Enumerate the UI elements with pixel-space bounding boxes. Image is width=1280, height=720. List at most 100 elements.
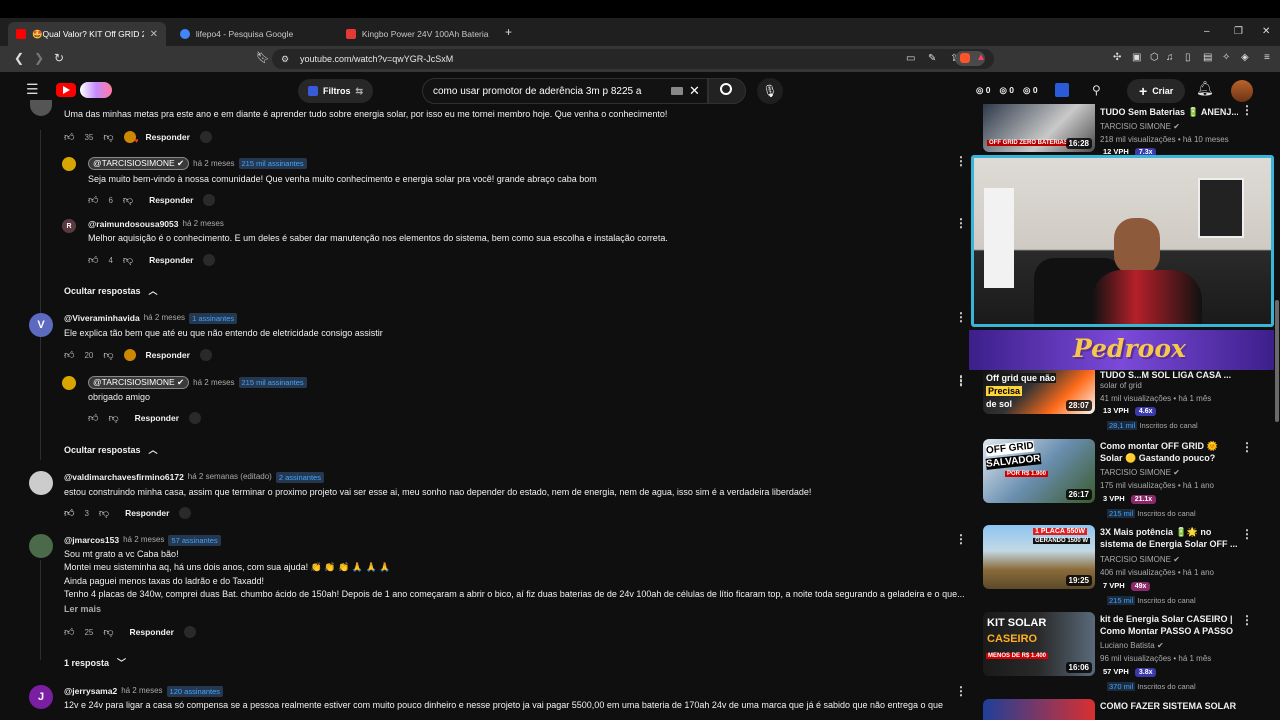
more-options-icon[interactable]: ⋮ (955, 375, 967, 387)
author-handle[interactable]: @jmarcos153 (64, 535, 119, 546)
dislike-icon[interactable]: 👎︎ (103, 131, 113, 143)
like-icon[interactable]: 👍︎ (64, 626, 74, 638)
edit-icon[interactable]: ✎ (928, 53, 936, 65)
keyboard-icon[interactable] (671, 87, 683, 95)
video-title[interactable]: COMO FAZER SISTEMA SOLAR ... (1100, 700, 1238, 712)
video-thumbnail[interactable]: OFF GRID ZERO BATERIAS 16:28 (983, 104, 1095, 152)
reply-button[interactable]: Responder (149, 195, 193, 205)
maximize-icon[interactable]: ❐ (1234, 26, 1243, 38)
read-more-button[interactable]: Ler mais (64, 604, 101, 614)
author-handle[interactable]: @valdimarchavesfirmino6172 (64, 472, 184, 483)
more-options-icon[interactable]: ⋮ (955, 155, 967, 167)
video-thumbnail[interactable]: OFF GRID SALVADOR POR R$ 1.900 26:17 (983, 439, 1095, 503)
window-close-icon[interactable]: ✕ (1262, 26, 1270, 38)
author-handle[interactable]: @jerrysama2 (64, 686, 117, 697)
search-button[interactable] (708, 78, 746, 104)
dislike-icon[interactable]: 👎︎ (103, 626, 113, 638)
wallet-icon[interactable]: ▤ (1203, 52, 1212, 64)
doodle-logo-icon[interactable] (80, 82, 112, 98)
pin-comment-icon[interactable] (199, 349, 212, 361)
more-options-icon[interactable]: ⋮ (1241, 104, 1253, 116)
author-handle[interactable]: @raimundosousa9053 (88, 219, 179, 229)
channel-name[interactable]: solar of grid (1100, 381, 1142, 390)
address-field[interactable]: ⚙ youtube.com/watch?v=qwYGR-JcSxM ▭ ✎ ⇪ (272, 49, 994, 69)
more-options-icon[interactable]: ⋮ (1241, 528, 1253, 540)
more-options-icon[interactable]: ⋮ (955, 217, 967, 229)
new-tab-icon[interactable]: + (505, 26, 512, 38)
hide-replies-button[interactable]: Ocultar respostas ︿ (64, 443, 158, 456)
reply-button[interactable]: Responder (146, 132, 190, 142)
pin-icon[interactable]: ⚲ (1092, 84, 1101, 96)
video-title[interactable]: TUDO S...M SOL LIGA CASA ... (1100, 369, 1238, 379)
dislike-icon[interactable]: 👎︎ (108, 412, 118, 424)
channel-name[interactable]: Luciano Batista ✔ (1100, 641, 1164, 650)
like-icon[interactable]: 👍︎ (88, 254, 98, 266)
like-filled-icon[interactable]: 👍︎ (64, 507, 74, 519)
channel-name[interactable]: TARCISIO SIMONE ✔ (1100, 468, 1180, 477)
dislike-icon[interactable]: 👎︎ (103, 349, 113, 361)
close-icon[interactable]: ✕ (150, 29, 158, 40)
pin-comment-icon[interactable] (203, 194, 216, 206)
like-icon[interactable]: 👍︎ (64, 349, 74, 361)
video-thumbnail[interactable] (983, 699, 1095, 720)
like-icon[interactable]: 👍︎ (64, 131, 74, 143)
tab-kingbo[interactable]: Kingbo Power 24V 100Ah Bateria Lit... (338, 22, 498, 46)
forward-icon[interactable]: ❯ (34, 52, 44, 64)
sidebar-icon[interactable]: ▯ (1185, 52, 1191, 64)
show-replies-button[interactable]: 1 resposta ﹀ (64, 656, 126, 669)
scrollbar-thumb[interactable] (1275, 300, 1279, 422)
hamburger-menu-icon[interactable]: ☰ (26, 82, 39, 96)
video-title[interactable]: kit de Energia Solar CASEIRO | Como Mont… (1100, 613, 1238, 637)
video-thumbnail[interactable]: Off grid que não Precisa de sol 28:07 (983, 370, 1095, 414)
pin-comment-icon[interactable] (189, 412, 202, 424)
reply-button[interactable]: Responder (149, 255, 193, 265)
owner-chip[interactable]: @TARCISIOSIMONE ✔ (88, 157, 190, 170)
video-thumbnail[interactable]: KIT SOLAR CASEIRO MENOS DE R$ 1.400 16:0… (983, 612, 1095, 676)
minimize-icon[interactable]: – (1204, 26, 1210, 38)
dislike-icon[interactable]: 👎︎ (99, 507, 109, 519)
notifications-bell-icon[interactable]: 🔔︎ (1196, 81, 1214, 95)
channel-name[interactable]: TARCISIO SIMONE ✔ (1100, 122, 1180, 131)
video-thumbnail[interactable]: 1 PLACA 550W GERANDO 1500 W 19:25 (983, 525, 1095, 589)
avatar[interactable] (1231, 80, 1253, 102)
vpn-icon[interactable]: ◈ (1241, 52, 1249, 64)
create-button[interactable]: + Criar (1127, 79, 1186, 103)
video-title[interactable]: TUDO Sem Baterias 🔋 ANENJ... (1100, 106, 1238, 118)
search-input[interactable]: como usar promotor de aderência 3m p 822… (422, 78, 708, 104)
microphone-icon[interactable]: 🎙︎ (757, 78, 783, 104)
owner-chip[interactable]: @TARCISIOSIMONE ✔ (88, 376, 190, 389)
pin-comment-icon[interactable] (203, 254, 216, 266)
pin-comment-icon[interactable] (183, 626, 196, 638)
like-icon[interactable]: 👍︎ (88, 412, 98, 424)
reload-icon[interactable]: ↻ (54, 52, 64, 64)
tab-google[interactable]: lifepo4 - Pesquisa Google (172, 22, 332, 46)
pin-comment-icon[interactable] (179, 507, 192, 519)
site-info-icon[interactable]: ⚙ (281, 53, 289, 65)
extension-icon[interactable]: ✣ (1113, 52, 1121, 64)
reply-button[interactable]: Responder (125, 508, 169, 518)
clear-search-icon[interactable]: ✕ (689, 83, 700, 99)
menu-icon[interactable]: ≡ (1264, 52, 1270, 64)
more-options-icon[interactable]: ⋮ (955, 311, 967, 323)
more-options-icon[interactable]: ⋮ (1241, 614, 1253, 626)
like-icon[interactable]: 👍︎ (88, 194, 98, 206)
video-title[interactable]: 3X Mais potência 🔋🌟 no sistema de Energi… (1100, 526, 1238, 550)
rewards-icon[interactable]: ▲ (976, 52, 986, 63)
dislike-icon[interactable]: 👎︎ (123, 254, 133, 266)
music-icon[interactable]: ♫ (1166, 52, 1174, 64)
video-title[interactable]: Como montar OFF GRID 🌞 Solar 🟡 Gastando … (1100, 440, 1238, 464)
extension-icon[interactable]: ▣ (1132, 52, 1141, 64)
more-options-icon[interactable]: ⋮ (1241, 441, 1253, 453)
channel-name[interactable]: TARCISIO SIMONE ✔ (1100, 555, 1180, 564)
author-handle[interactable]: @Viveraminhavida (64, 313, 140, 324)
more-options-icon[interactable]: ⋮ (955, 533, 967, 545)
dislike-icon[interactable]: 👎︎ (123, 194, 133, 206)
pin-comment-icon[interactable] (199, 131, 212, 143)
filters-button[interactable]: Filtros ⇆ (298, 79, 374, 103)
reply-button[interactable]: Responder (146, 350, 190, 360)
more-options-icon[interactable]: ⋮ (955, 685, 967, 697)
extension-icon[interactable]: ⬡ (1150, 52, 1159, 64)
reply-button[interactable]: Responder (130, 627, 174, 637)
tab-youtube[interactable]: 🤩Qual Valor? KIT Off GRID 2026 ✕ (8, 22, 166, 46)
cast-icon[interactable]: ▭ (906, 53, 915, 65)
